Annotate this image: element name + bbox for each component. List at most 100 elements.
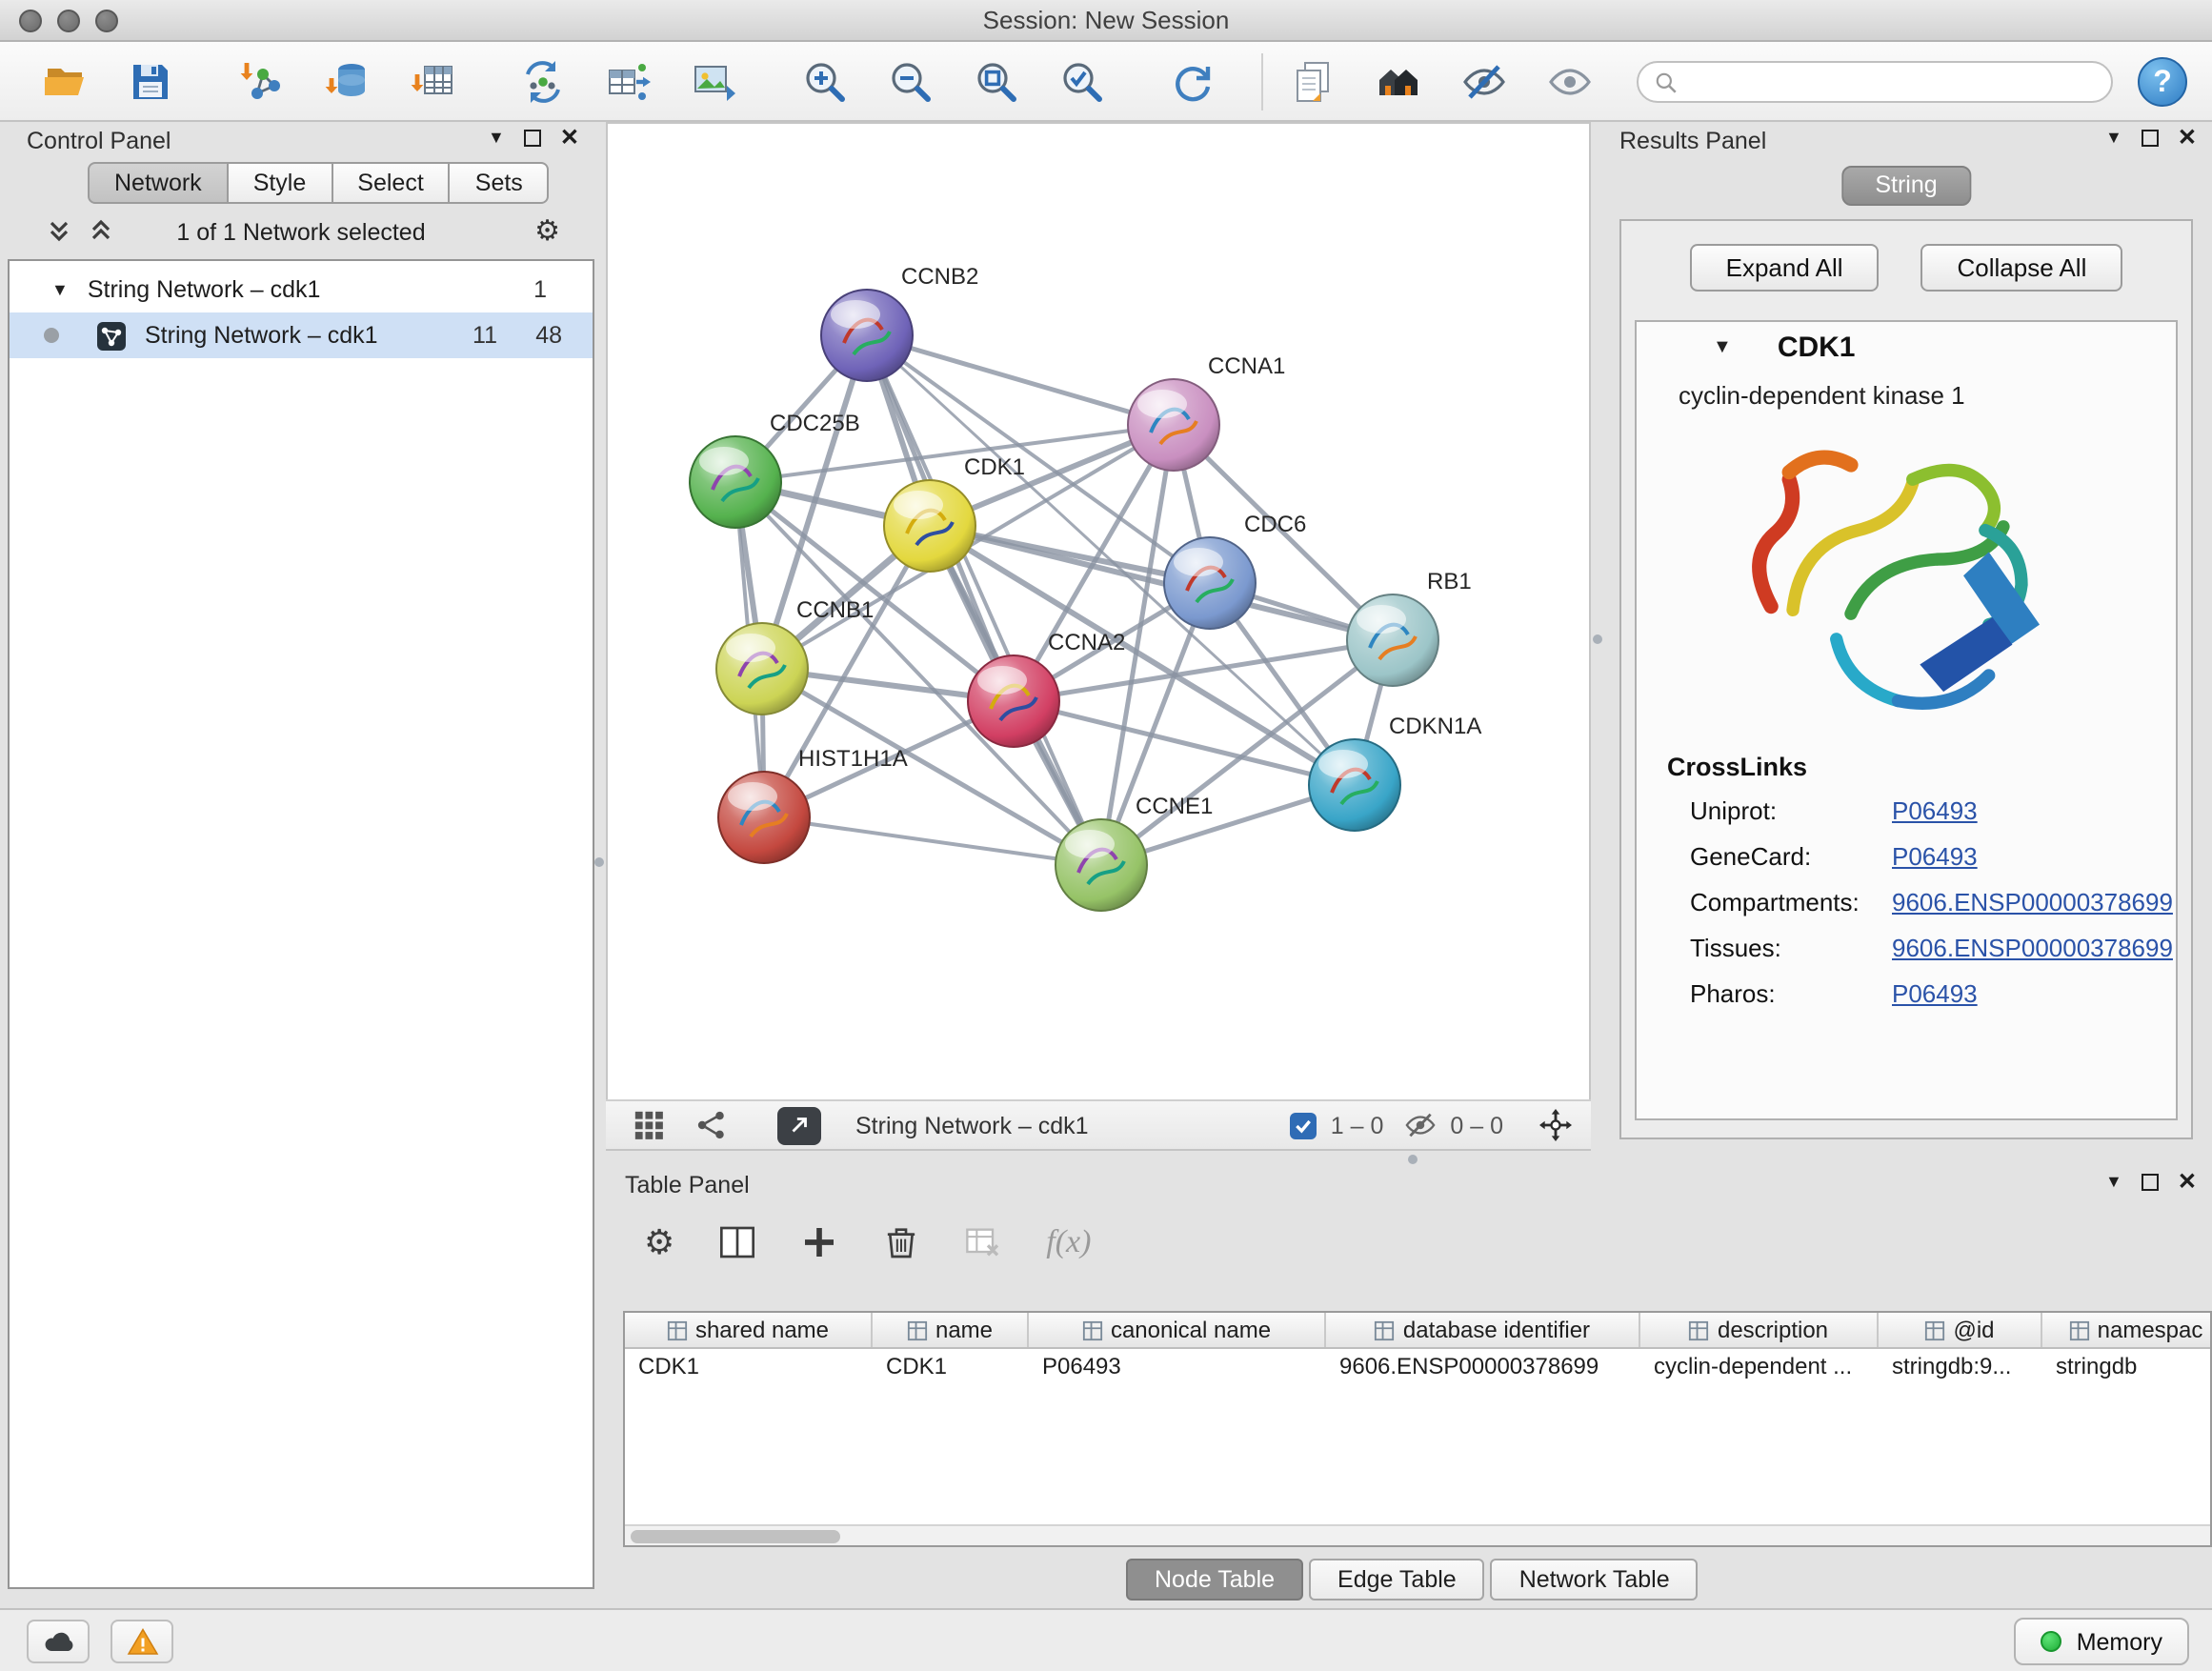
- crosslink-link[interactable]: P06493: [1892, 979, 1978, 1008]
- node-RB1[interactable]: [1347, 594, 1438, 686]
- delete-column-button[interactable]: [882, 1223, 920, 1261]
- zoom-selected-button[interactable]: [1056, 54, 1109, 108]
- right-splitter-handle[interactable]: [1593, 634, 1602, 644]
- help-button[interactable]: ?: [2138, 57, 2187, 107]
- insert-column-button[interactable]: [718, 1223, 756, 1261]
- collapse-all-button[interactable]: Collapse All: [1921, 244, 2123, 292]
- column-header-description[interactable]: description: [1640, 1313, 1879, 1347]
- node-CCNE1[interactable]: [1056, 819, 1147, 911]
- tab-select[interactable]: Select: [332, 162, 451, 204]
- left-splitter-handle[interactable]: [594, 857, 604, 867]
- section-disclosure-icon[interactable]: ▼: [1713, 337, 1732, 358]
- node-CDC25B[interactable]: [690, 436, 781, 528]
- network-options-gear-icon[interactable]: ⚙: [534, 213, 560, 248]
- tab-network-table[interactable]: Network Table: [1491, 1559, 1699, 1601]
- column-header-namespac[interactable]: namespac: [2042, 1313, 2212, 1347]
- open-in-new-window-button[interactable]: [777, 1106, 821, 1144]
- panel-float-icon[interactable]: ▼: [2105, 1172, 2122, 1191]
- panel-maximize-icon[interactable]: [524, 129, 541, 146]
- zoom-fit-button[interactable]: [970, 54, 1023, 108]
- home-button[interactable]: [1372, 54, 1425, 108]
- close-window-button[interactable]: [19, 10, 42, 32]
- edge-HIST1H1A-CCNE1[interactable]: [764, 817, 1101, 865]
- node-CCNA1[interactable]: [1128, 379, 1219, 471]
- node-HIST1H1A[interactable]: [718, 772, 810, 863]
- fit-content-button[interactable]: [1539, 1109, 1572, 1141]
- import-network-file-button[interactable]: [234, 54, 288, 108]
- copy-document-button[interactable]: [1286, 54, 1339, 108]
- refresh-layout-button[interactable]: [1166, 54, 1219, 108]
- gene-section-header[interactable]: ▼ CDK1: [1637, 322, 2176, 373]
- hide-selected-button[interactable]: [1458, 54, 1511, 108]
- network-collection-row[interactable]: ▼ String Network – cdk1 1: [10, 267, 593, 312]
- zoom-out-button[interactable]: [884, 54, 937, 108]
- collection-disclosure-icon[interactable]: ▼: [51, 280, 69, 299]
- tab-edge-table[interactable]: Edge Table: [1309, 1559, 1485, 1601]
- table-row[interactable]: CDK1CDK1P064939606.ENSP00000378699cyclin…: [625, 1349, 2210, 1383]
- export-image-button[interactable]: [688, 54, 741, 108]
- panel-maximize-icon[interactable]: [2142, 129, 2159, 146]
- function-builder-button[interactable]: f(x): [1046, 1223, 1091, 1261]
- node-CDKN1A[interactable]: [1309, 739, 1400, 831]
- network-row[interactable]: String Network – cdk1 11 48: [10, 312, 593, 358]
- warnings-button[interactable]: [111, 1620, 173, 1663]
- node-CCNB1[interactable]: [716, 623, 808, 715]
- add-column-button[interactable]: [800, 1223, 838, 1261]
- results-panel-title: Results Panel: [1619, 128, 1766, 154]
- import-network-database-button[interactable]: [320, 54, 373, 108]
- export-network-button[interactable]: [516, 54, 570, 108]
- panel-float-icon[interactable]: ▼: [488, 128, 505, 147]
- memory-button[interactable]: Memory: [2014, 1618, 2189, 1665]
- column-header-canonical-name[interactable]: canonical name: [1029, 1313, 1326, 1347]
- crosslink-link[interactable]: 9606.ENSP00000378699: [1892, 888, 2173, 916]
- column-header--id[interactable]: @id: [1879, 1313, 2042, 1347]
- node-CCNB2[interactable]: [821, 290, 913, 381]
- panel-maximize-icon[interactable]: [2142, 1173, 2159, 1190]
- results-panel-header: Results Panel ▼ ✕: [1600, 122, 2212, 160]
- crosslink-link[interactable]: 9606.ENSP00000378699: [1892, 934, 2173, 962]
- tab-string[interactable]: String: [1840, 166, 1971, 206]
- network-view-canvas[interactable]: CCNB2CCNA1CDC25BCDK1CDC6RB1CCNB1CCNA2CDK…: [606, 122, 1591, 1099]
- crosslink-link[interactable]: P06493: [1892, 842, 1978, 871]
- save-session-button[interactable]: [124, 54, 177, 108]
- edge-CDK1-RB1[interactable]: [930, 526, 1393, 640]
- edge-CCNB2-CCNE1[interactable]: [867, 335, 1101, 865]
- table-settings-gear-icon[interactable]: ⚙: [644, 1222, 674, 1262]
- cloud-status-button[interactable]: [27, 1620, 90, 1663]
- node-CCNA2[interactable]: [968, 655, 1059, 747]
- panel-float-icon[interactable]: ▼: [2105, 128, 2122, 147]
- tab-style[interactable]: Style: [229, 162, 333, 204]
- tab-network[interactable]: Network: [88, 162, 229, 204]
- minimize-window-button[interactable]: [57, 10, 80, 32]
- expand-all-button[interactable]: Expand All: [1690, 244, 1880, 292]
- delete-table-button[interactable]: [964, 1223, 1002, 1261]
- search-box[interactable]: [1637, 61, 2113, 103]
- zoom-window-button[interactable]: [95, 10, 118, 32]
- hidden-toggle-button[interactable]: [1404, 1109, 1437, 1141]
- scrollbar-thumb[interactable]: [631, 1530, 840, 1543]
- zoom-in-button[interactable]: [798, 54, 852, 108]
- panel-close-icon[interactable]: ✕: [560, 128, 579, 147]
- table-horizontal-scrollbar[interactable]: [625, 1524, 2210, 1545]
- share-network-button[interactable]: [695, 1109, 728, 1141]
- column-header-label: name: [935, 1317, 993, 1343]
- node-CDK1[interactable]: [884, 480, 975, 572]
- birdseye-view-button[interactable]: [633, 1109, 665, 1141]
- import-table-button[interactable]: [406, 54, 459, 108]
- column-header-database-identifier[interactable]: database identifier: [1326, 1313, 1640, 1347]
- export-table-button[interactable]: [602, 54, 655, 108]
- tab-sets[interactable]: Sets: [451, 162, 550, 204]
- column-header-shared-name[interactable]: shared name: [625, 1313, 873, 1347]
- crosslink-link[interactable]: P06493: [1892, 796, 1978, 825]
- edge-CCNB2-CCNA1[interactable]: [867, 335, 1174, 425]
- open-session-button[interactable]: [38, 54, 91, 108]
- panel-close-icon[interactable]: ✕: [2178, 128, 2197, 147]
- horizontal-splitter-handle[interactable]: [1408, 1155, 1418, 1164]
- column-header-name[interactable]: name: [873, 1313, 1029, 1347]
- show-all-button[interactable]: [1543, 54, 1597, 108]
- selected-nodes-checkbox[interactable]: [1291, 1112, 1317, 1138]
- tab-node-table[interactable]: Node Table: [1126, 1559, 1303, 1601]
- search-input[interactable]: [1688, 69, 2096, 95]
- panel-close-icon[interactable]: ✕: [2178, 1172, 2197, 1191]
- node-CDC6[interactable]: [1164, 537, 1256, 629]
